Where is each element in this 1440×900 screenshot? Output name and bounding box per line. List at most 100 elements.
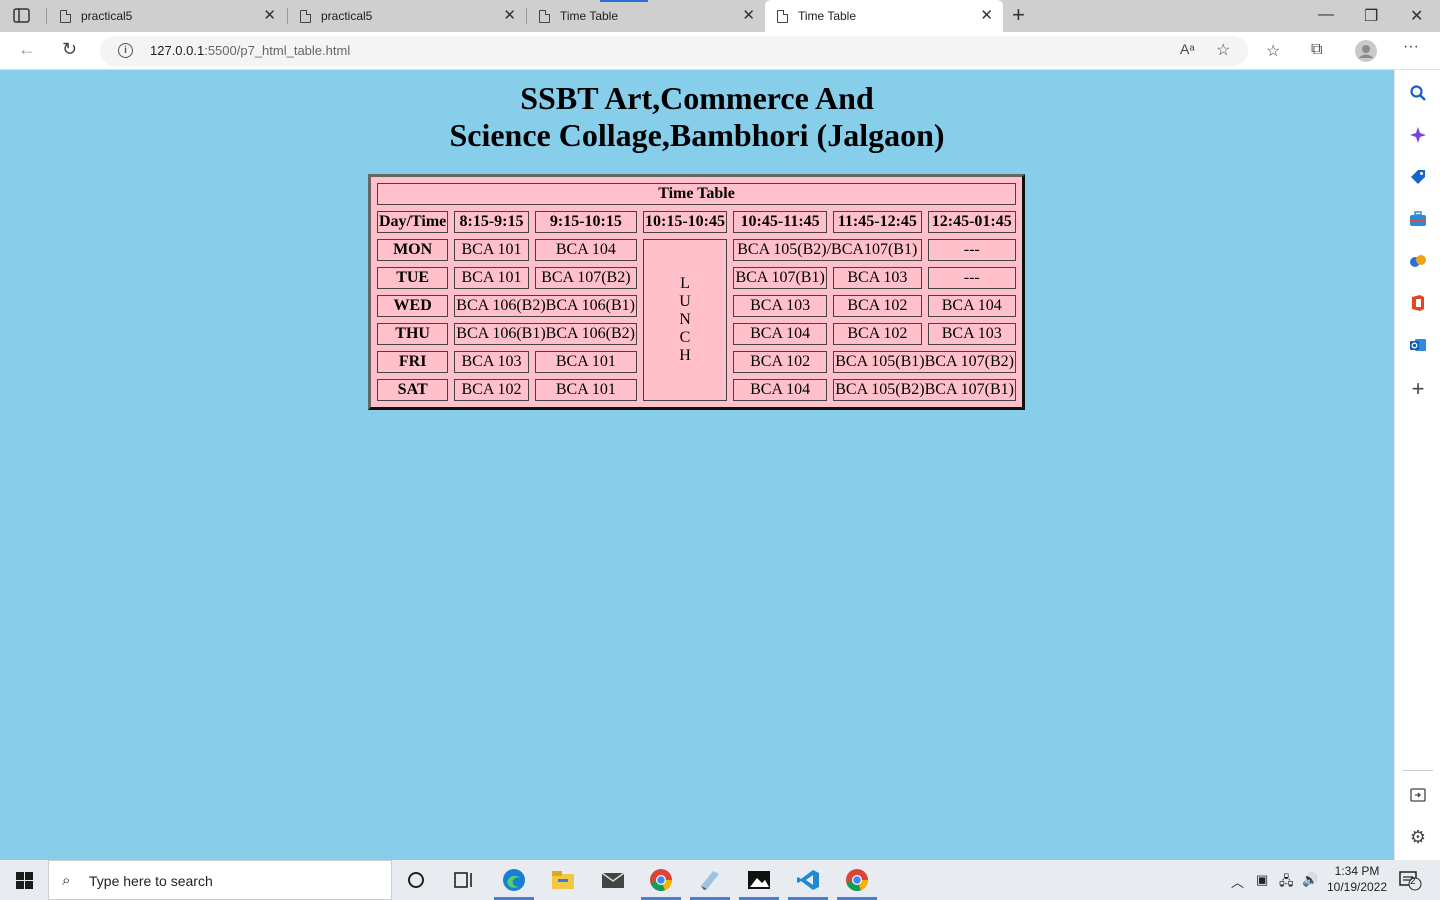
page-title-line-2: Science Collage,Bambhori (Jalgaon) — [449, 117, 945, 153]
tab-label: Time Table — [798, 9, 857, 23]
tab-practical5-1[interactable]: practical5 ✕ — [48, 0, 286, 32]
outlook-icon[interactable] — [1409, 336, 1427, 354]
timetable-caption: Time Table — [377, 183, 1016, 205]
edge-icon[interactable] — [501, 868, 527, 892]
taskbar-search[interactable]: ⌕ Type here to search — [48, 860, 392, 900]
document-icon — [777, 9, 788, 23]
close-tab-icon[interactable]: ✕ — [263, 8, 276, 24]
new-tab-icon[interactable]: + — [1012, 4, 1025, 26]
sparkle-icon[interactable] — [1409, 126, 1427, 144]
read-aloud-icon[interactable]: A͏ᵃ — [1180, 41, 1195, 57]
header-cell: 9:15-10:15 — [534, 211, 638, 233]
table-cell: BCA 102 — [733, 351, 828, 373]
info-icon[interactable]: i — [118, 43, 133, 58]
toolbox-icon[interactable] — [1409, 210, 1427, 228]
clock-time: 1:34 PM — [1334, 864, 1380, 878]
vscode-icon[interactable] — [795, 868, 821, 892]
address-bar[interactable]: i 127.0.0.1:5500/p7_html_table.html A͏ᵃ … — [100, 36, 1248, 66]
search-icon: ⌕ — [62, 872, 71, 889]
back-icon[interactable]: ← — [18, 39, 36, 60]
chevron-up-icon[interactable]: ︿ — [1231, 872, 1244, 891]
volume-icon[interactable]: 🔊 — [1302, 872, 1318, 888]
timetable: Time Table Day/Time 8:15-9:15 9:15-10:15… — [368, 174, 1025, 410]
tab-loading-indicator — [600, 0, 648, 2]
table-cell: BCA 102 — [833, 295, 922, 317]
games-icon[interactable] — [1409, 252, 1427, 270]
gear-icon[interactable]: ⚙ — [1409, 828, 1427, 846]
collections-icon[interactable]: ⧉ — [1311, 41, 1322, 59]
clock-date: 10/19/2022 — [1326, 880, 1388, 894]
table-cell: --- — [927, 239, 1016, 261]
shopping-tag-icon[interactable] — [1409, 168, 1427, 186]
document-icon — [60, 9, 71, 23]
file-explorer-icon[interactable] — [550, 868, 576, 892]
favorites-icon[interactable]: ☆ — [1266, 41, 1280, 61]
table-cell: BCA 104 — [733, 379, 828, 401]
page-content: SSBT Art,Commerce And Science Collage,Ba… — [0, 70, 1394, 860]
browser-toolbar: ← ↻ i 127.0.0.1:5500/p7_html_table.html … — [0, 32, 1440, 70]
network-icon[interactable]: 🖧 — [1279, 872, 1294, 894]
sidebar-divider — [1403, 770, 1433, 771]
lunch-letter: N — [679, 311, 691, 328]
table-cell: BCA 101 — [454, 239, 529, 261]
timetable-header-row: Day/Time 8:15-9:15 9:15-10:15 10:15-10:4… — [377, 211, 1016, 233]
tab-time-table-active[interactable]: Time Table ✕ — [765, 0, 1003, 32]
search-icon[interactable] — [1409, 84, 1427, 102]
tab-practical5-2[interactable]: practical5 ✕ — [288, 0, 526, 32]
day-cell: FRI — [377, 351, 449, 373]
day-cell: MON — [377, 239, 449, 261]
tab-label: practical5 — [321, 9, 373, 23]
url-text: 127.0.0.1:5500/p7_html_table.html — [150, 43, 351, 58]
minimize-icon[interactable]: — — [1318, 6, 1334, 24]
close-tab-icon[interactable]: ✕ — [503, 8, 516, 24]
photos-icon[interactable] — [746, 868, 772, 892]
chrome-icon[interactable] — [648, 868, 674, 892]
plus-icon[interactable]: + — [1409, 378, 1427, 400]
hide-sidebar-icon[interactable] — [1409, 786, 1427, 804]
header-cell: 8:15-9:15 — [454, 211, 529, 233]
table-row: MON BCA 101 BCA 104 L U N C H BCA 105(B2… — [377, 239, 1016, 401]
table-cell: BCA 102 — [833, 323, 922, 345]
clock[interactable]: 1:34 PM 10/19/2022 — [1322, 863, 1392, 895]
windows-start-icon[interactable] — [16, 872, 33, 889]
profile-avatar[interactable] — [1355, 40, 1377, 67]
refresh-icon[interactable]: ↻ — [62, 39, 77, 60]
table-cell: BCA 101 — [534, 379, 638, 401]
table-cell: BCA 103 — [833, 267, 922, 289]
day-cell: TUE — [377, 267, 449, 289]
notepad-icon[interactable] — [697, 868, 723, 892]
chrome-icon[interactable] — [844, 868, 870, 892]
office-icon[interactable] — [1409, 294, 1427, 312]
tab-separator — [46, 8, 47, 24]
table-cell: BCA 101 — [454, 267, 529, 289]
table-cell: BCA 102 — [454, 379, 529, 401]
table-cell: --- — [927, 267, 1016, 289]
tab-actions-icon[interactable] — [12, 7, 32, 25]
tab-time-table-1[interactable]: Time Table ✕ — [527, 0, 765, 32]
notification-icon[interactable]: 2 — [1398, 869, 1424, 894]
lunch-letter: L — [680, 275, 690, 292]
day-cell: THU — [377, 323, 449, 345]
header-cell: 10:45-11:45 — [733, 211, 828, 233]
settings-more-icon[interactable]: ··· — [1403, 38, 1419, 56]
meet-now-icon[interactable]: ▣ — [1256, 872, 1268, 888]
table-cell: BCA 106(B1)BCA 106(B2) — [454, 323, 638, 345]
table-cell: BCA 104 — [927, 295, 1016, 317]
task-view-icon[interactable] — [452, 869, 478, 893]
lunch-letter: U — [679, 293, 691, 310]
cortana-icon[interactable] — [404, 869, 430, 893]
close-window-icon[interactable]: ✕ — [1410, 6, 1423, 26]
table-cell: BCA 105(B1)BCA 107(B2) — [833, 351, 1016, 373]
table-cell: BCA 105(B2)BCA 107(B1) — [833, 379, 1016, 401]
close-tab-icon[interactable]: ✕ — [742, 8, 755, 24]
favorite-add-icon[interactable]: ☆ — [1216, 40, 1230, 60]
notification-count: 2 — [1410, 876, 1416, 887]
document-icon — [539, 9, 550, 23]
close-tab-icon[interactable]: ✕ — [980, 8, 993, 24]
page-title: SSBT Art,Commerce And Science Collage,Ba… — [0, 80, 1394, 154]
table-cell: BCA 105(B2)/BCA107(B1) — [733, 239, 922, 261]
mail-icon[interactable] — [600, 868, 626, 892]
tab-label: practical5 — [81, 9, 133, 23]
restore-icon[interactable]: ❐ — [1364, 6, 1378, 26]
header-cell: 12:45-01:45 — [927, 211, 1016, 233]
